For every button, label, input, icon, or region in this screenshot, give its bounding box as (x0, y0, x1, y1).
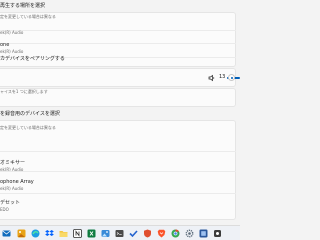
input-device-sub: EDO (0, 207, 9, 212)
input-device-row[interactable]: デセット EDO (0, 193, 236, 221)
output-device-sub: 定を変更している場合は異なる (0, 14, 56, 19)
input-device-card: 定を変更している場合は異なる オミキサー ek(R) Audio ophone … (0, 120, 236, 220)
todo-icon[interactable] (129, 229, 138, 238)
input-device-sub: 定を変更している場合は異なる (0, 125, 56, 130)
volume-card (0, 68, 236, 87)
input-device-row[interactable]: ophone Array ek(R) Audio (0, 171, 236, 193)
edge-icon[interactable] (31, 229, 40, 238)
input-info-text: ャイスを1 つに選択します (0, 89, 48, 94)
dropbox-icon[interactable] (45, 229, 54, 238)
excel-icon[interactable] (87, 229, 96, 238)
app-icon[interactable] (199, 229, 208, 238)
input-choose-label: を録音用のデバイスを選択 (0, 111, 60, 117)
pair-device-row[interactable]: カデバイスをペアリングする (0, 57, 236, 68)
sound-settings-page: 再生する場所を選択 定を変更している場合は異なる ek(R) Audio one… (0, 0, 240, 225)
gallery-icon[interactable] (17, 229, 26, 238)
input-device-name: デセット (0, 200, 21, 206)
volume-value: 13 (219, 74, 226, 80)
output-device-card: 定を変更している場合は異なる ek(R) Audio one ek(R) Aud… (0, 12, 236, 67)
explorer-icon[interactable] (59, 229, 68, 238)
input-device-sub: ek(R) Audio (0, 186, 24, 191)
output-device-sub: ek(R) Audio (0, 49, 24, 54)
mail-icon[interactable] (2, 229, 11, 238)
input-device-name: ophone Array (0, 179, 34, 185)
brave-icon[interactable] (157, 229, 166, 238)
input-device-row[interactable]: 定を変更している場合は異なる (0, 121, 236, 151)
volume-slider-thumb[interactable] (228, 74, 235, 81)
misc-icon[interactable] (213, 229, 222, 238)
output-choose-label: 再生する場所を選択 (0, 3, 46, 9)
terminal-icon[interactable] (115, 229, 124, 238)
speaker-icon[interactable] (208, 74, 216, 82)
output-device-row[interactable]: ek(R) Audio (0, 30, 236, 43)
output-device-row[interactable]: one ek(R) Audio (0, 43, 236, 57)
output-device-sub: ek(R) Audio (0, 30, 24, 35)
settings-icon[interactable] (185, 229, 194, 238)
pair-device-label: カデバイスをペアリングする (0, 56, 65, 62)
input-info-card: ャイスを1 つに選択します (0, 88, 236, 107)
photos-icon[interactable] (101, 229, 110, 238)
chrome-icon[interactable] (171, 229, 180, 238)
notion-icon[interactable] (73, 229, 82, 238)
shield-icon[interactable] (143, 229, 152, 238)
output-device-name: one (0, 42, 10, 48)
input-device-row[interactable]: オミキサー ek(R) Audio (0, 151, 236, 172)
input-device-name: オミキサー (0, 160, 26, 166)
output-device-row[interactable]: 定を変更している場合は異なる (0, 13, 236, 30)
taskbar (0, 225, 240, 240)
